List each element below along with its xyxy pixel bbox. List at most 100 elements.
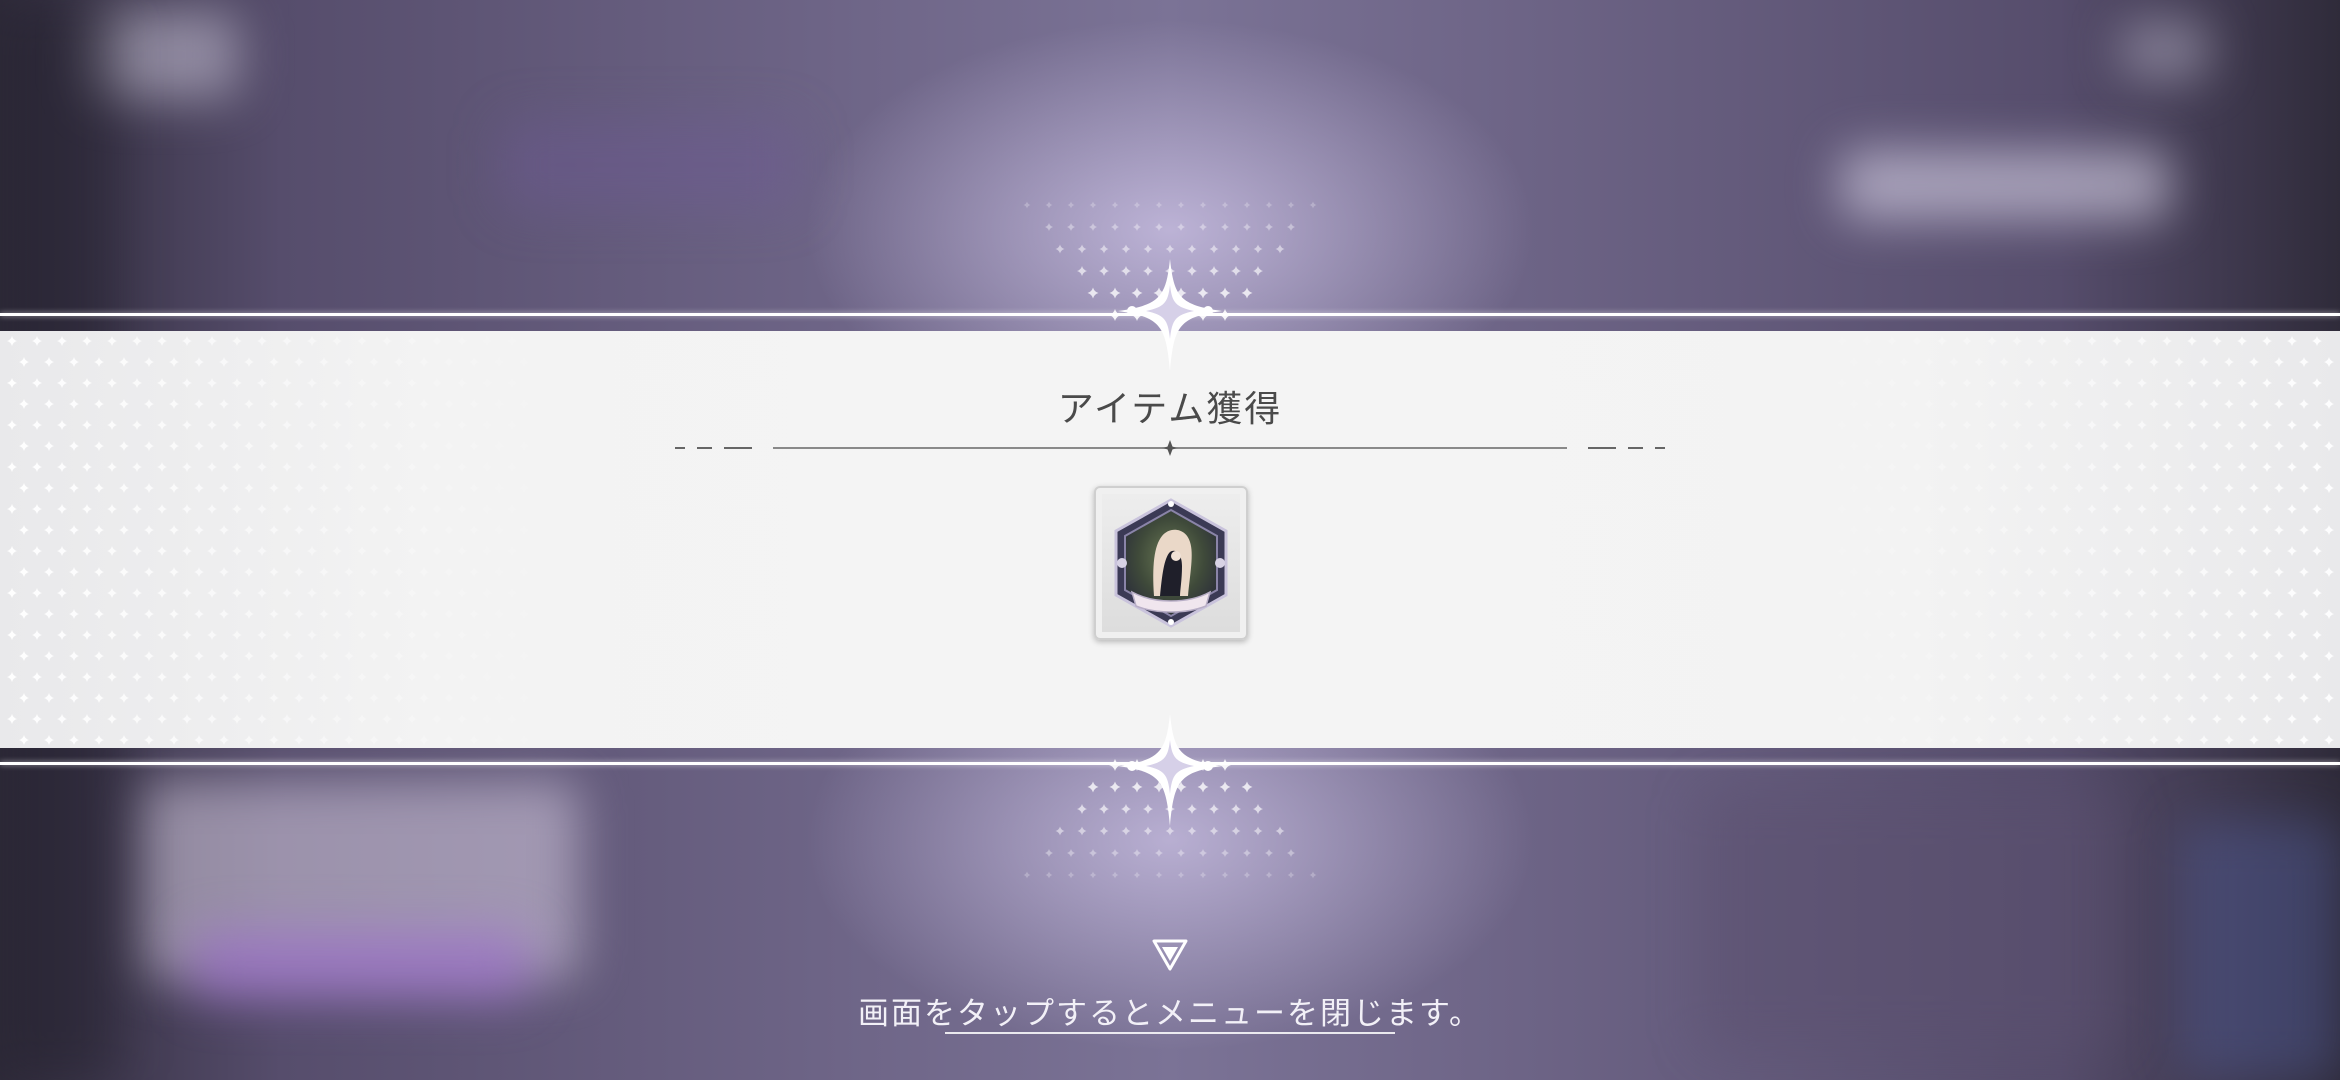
sparkle-dot bbox=[1874, 357, 1884, 367]
sparkle-dot bbox=[2024, 651, 2034, 661]
sparkle-dot bbox=[1999, 525, 2009, 535]
sparkle-dot bbox=[1275, 826, 1285, 836]
sparkle-dot bbox=[1837, 630, 1847, 640]
sparkle-dot bbox=[2162, 714, 2172, 724]
sparkle-dot bbox=[219, 483, 229, 493]
sparkle-dot bbox=[1265, 223, 1273, 231]
sparkle-dot bbox=[1243, 871, 1251, 879]
sparkle-dot bbox=[2324, 609, 2334, 619]
sparkle-dot bbox=[69, 525, 79, 535]
sparkle-dot bbox=[1924, 483, 1934, 493]
sparkle-dot bbox=[1111, 223, 1119, 231]
sparkle-dot bbox=[244, 693, 254, 703]
sparkle-dot bbox=[1787, 630, 1797, 640]
sparkle-dot bbox=[2199, 651, 2209, 661]
sparkle-dot bbox=[2199, 483, 2209, 493]
sparkle-dot bbox=[2237, 630, 2247, 640]
sparkle-dot bbox=[32, 546, 42, 556]
sparkle-dot bbox=[119, 357, 129, 367]
sparkle-dot bbox=[107, 504, 117, 514]
sparkle-dot bbox=[2124, 357, 2134, 367]
sparkle-dot bbox=[1937, 672, 1947, 682]
sparkle-dot bbox=[2249, 525, 2259, 535]
sparkle-dot bbox=[1231, 266, 1241, 276]
sparkle-dot bbox=[1862, 546, 1872, 556]
sparkle-dot bbox=[132, 630, 142, 640]
sparkle-dot bbox=[432, 546, 442, 556]
sparkle-dot bbox=[2162, 672, 2172, 682]
sparkle-dot bbox=[82, 462, 92, 472]
sparkle-dot bbox=[57, 714, 67, 724]
sparkle-dot bbox=[1949, 441, 1959, 451]
sparkle-dot bbox=[2212, 630, 2222, 640]
sparkle-dot bbox=[7, 672, 17, 682]
sparkle-dot bbox=[1912, 630, 1922, 640]
sparkle-dot bbox=[2187, 504, 2197, 514]
acquired-item-slot[interactable] bbox=[1094, 486, 1248, 640]
sparkle-dot bbox=[2124, 567, 2134, 577]
sparkle-dot bbox=[2174, 357, 2184, 367]
sparkle-dot bbox=[1849, 609, 1859, 619]
sparkle-dot bbox=[169, 693, 179, 703]
sparkle-dot bbox=[419, 357, 429, 367]
sparkle-dot bbox=[1243, 201, 1251, 209]
sparkle-dot bbox=[182, 462, 192, 472]
sparkle-dot bbox=[157, 588, 167, 598]
sparkle-dot bbox=[2024, 693, 2034, 703]
sparkle-dot bbox=[182, 630, 192, 640]
sparkle-dot bbox=[332, 672, 342, 682]
sparkle-dot bbox=[244, 441, 254, 451]
sparkle-dot bbox=[357, 504, 367, 514]
sparkle-dot bbox=[2149, 693, 2159, 703]
sparkle-dot bbox=[1887, 546, 1897, 556]
sparkle-dot bbox=[2162, 336, 2172, 346]
sparkle-dot bbox=[2074, 441, 2084, 451]
sparkle-dot bbox=[1221, 849, 1229, 857]
item-acquired-screen[interactable]: アイテム獲得 画面をタップするとメニューを閉じます。 bbox=[0, 0, 2340, 1080]
sparkle-dot bbox=[2312, 714, 2322, 724]
sparkle-dot bbox=[469, 693, 479, 703]
sparkle-dot bbox=[382, 630, 392, 640]
sparkle-dot bbox=[2312, 336, 2322, 346]
hexagonal-character-medal-icon bbox=[1114, 498, 1228, 628]
sparkle-dot bbox=[232, 714, 242, 724]
sparkle-dot bbox=[2062, 588, 2072, 598]
sparkle-dot bbox=[2099, 525, 2109, 535]
sparkle-dot bbox=[194, 735, 204, 745]
sparkle-dot bbox=[482, 336, 492, 346]
sparkle-dot bbox=[2074, 693, 2084, 703]
sparkle-dot bbox=[94, 441, 104, 451]
sparkle-dot bbox=[1887, 336, 1897, 346]
sparkle-dot bbox=[2262, 462, 2272, 472]
sparkle-dot bbox=[1077, 244, 1087, 254]
sparkle-dot bbox=[1787, 546, 1797, 556]
sparkle-dot bbox=[2062, 672, 2072, 682]
sparkle-dot bbox=[2049, 651, 2059, 661]
sparkle-dot bbox=[1874, 483, 1884, 493]
sparkle-dot bbox=[369, 567, 379, 577]
sparkle-dot bbox=[2287, 546, 2297, 556]
sparkle-dot bbox=[1812, 546, 1822, 556]
sparkle-dot bbox=[2124, 693, 2134, 703]
sparkle-dot bbox=[519, 357, 529, 367]
sparkle-dot bbox=[32, 630, 42, 640]
sparkle-dot bbox=[494, 609, 504, 619]
sparkle-dot bbox=[269, 357, 279, 367]
sparkle-dot bbox=[119, 525, 129, 535]
sparkle-dot bbox=[2087, 546, 2097, 556]
sparkle-dot bbox=[1309, 871, 1317, 879]
sparkle-dot bbox=[2099, 357, 2109, 367]
sparkle-dot bbox=[1265, 849, 1273, 857]
sparkle-dot bbox=[432, 630, 442, 640]
sparkle-dot bbox=[57, 336, 67, 346]
sparkle-dot bbox=[7, 630, 17, 640]
sparkle-dot bbox=[107, 546, 117, 556]
sparkle-dot bbox=[1143, 244, 1153, 254]
sparkle-dot bbox=[2299, 483, 2309, 493]
sparkle-dot bbox=[2224, 609, 2234, 619]
sparkle-dot bbox=[119, 609, 129, 619]
sparkle-dot bbox=[282, 588, 292, 598]
sparkle-dot bbox=[2012, 462, 2022, 472]
sparkle-dot bbox=[2237, 546, 2247, 556]
sparkle-dot bbox=[1243, 849, 1251, 857]
